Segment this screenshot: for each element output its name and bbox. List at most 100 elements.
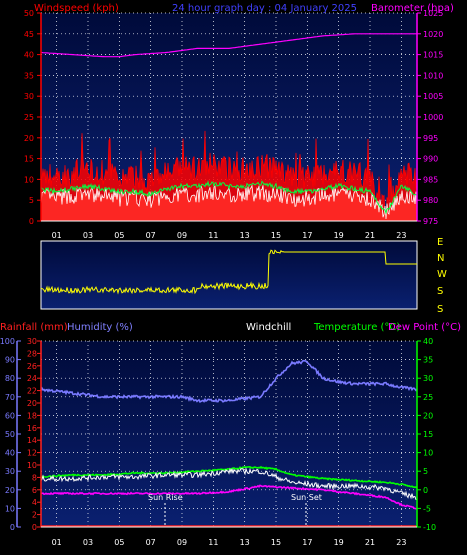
rainfall-tick-label: 18 xyxy=(27,411,37,420)
temperature-tick-label: 0 xyxy=(423,486,428,495)
time-tick-label: 01 xyxy=(52,231,62,240)
time-tick-label: 03 xyxy=(83,231,93,240)
windspeed-tick-label: 25 xyxy=(24,113,34,122)
time-tick-label: 15 xyxy=(271,231,281,240)
time-tick-label: 11 xyxy=(208,538,218,547)
time-tick-label: 17 xyxy=(302,538,312,547)
compass-label: N xyxy=(437,253,444,264)
time-tick-label: 21 xyxy=(365,231,375,240)
humidity-tick-label: 60 xyxy=(5,411,15,420)
time-tick-label: 05 xyxy=(114,231,124,240)
time-tick-label: 07 xyxy=(146,538,156,547)
time-tick-label: 19 xyxy=(334,231,344,240)
temperature-tick-label: 35 xyxy=(423,356,433,365)
compass-label: W xyxy=(437,269,447,280)
time-tick-label: 11 xyxy=(208,231,218,240)
windspeed-axis-label: Windspeed (kph) xyxy=(34,3,119,14)
weather-graphs: 0510152025303540455097598098599099510001… xyxy=(0,3,461,547)
time-tick-label: 23 xyxy=(396,538,406,547)
barometer-tick-label: 975 xyxy=(423,217,438,226)
time-tick-label: 09 xyxy=(177,231,187,240)
time-tick-label: 23 xyxy=(396,231,406,240)
barometer-tick-label: 985 xyxy=(423,175,438,184)
dewpoint-axis-label: Dew Point (°C) xyxy=(388,322,461,333)
windspeed-tick-label: 0 xyxy=(29,217,34,226)
rainfall-tick-label: 10 xyxy=(27,461,37,470)
rainfall-tick-label: 6 xyxy=(32,486,37,495)
time-tick-label: 09 xyxy=(177,538,187,547)
barometer-tick-label: 990 xyxy=(423,155,438,164)
compass-labels: ENWSS xyxy=(437,237,447,315)
humidity-tick-label: 70 xyxy=(5,393,15,402)
rainfall-tick-label: 4 xyxy=(32,498,37,507)
humidity-tick-label: 50 xyxy=(5,430,15,439)
windspeed-tick-label: 45 xyxy=(24,30,34,39)
humidity-tick-label: 0 xyxy=(10,523,15,532)
time-tick-label: 03 xyxy=(83,538,93,547)
windspeed-tick-label: 30 xyxy=(24,92,34,101)
time-tick-label: 13 xyxy=(240,538,250,547)
temperature-tick-label: 40 xyxy=(423,337,433,346)
temperature-tick-label: -10 xyxy=(423,523,436,532)
time-tick-label: 19 xyxy=(334,538,344,547)
rainfall-tick-label: 28 xyxy=(27,349,37,358)
barometer-tick-label: 1015 xyxy=(423,51,443,60)
temperature-tick-label: -5 xyxy=(423,504,431,513)
barometer-tick-label: 980 xyxy=(423,196,438,205)
humidity-tick-label: 40 xyxy=(5,449,15,458)
windspeed-tick-label: 5 xyxy=(29,196,34,205)
windchill-label: Windchill xyxy=(246,322,291,333)
barometer-tick-label: 1000 xyxy=(423,113,443,122)
rainfall-tick-label: 24 xyxy=(27,374,37,383)
rainfall-tick-label: 2 xyxy=(32,511,37,520)
time-tick-label: 05 xyxy=(114,538,124,547)
humidity-tick-label: 30 xyxy=(5,467,15,476)
temperature-tick-label: 20 xyxy=(423,411,433,420)
rainfall-tick-label: 16 xyxy=(27,424,37,433)
rainfall-tick-label: 12 xyxy=(27,449,37,458)
humidity-tick-label: 80 xyxy=(5,374,15,383)
time-tick-label: 21 xyxy=(365,538,375,547)
rainfall-axis-label: Rainfall (mm) xyxy=(0,322,68,333)
chart-title: 24 hour graph day : 04 January 2025 xyxy=(172,3,357,14)
windspeed-tick-label: 20 xyxy=(24,134,34,143)
barometer-axis-label: Barometer (hpa) xyxy=(371,3,454,14)
compass-label: S xyxy=(437,286,443,297)
time-tick-label: 13 xyxy=(240,231,250,240)
barometer-tick-label: 1020 xyxy=(423,30,443,39)
rainfall-tick-label: 14 xyxy=(27,436,37,445)
compass-label: E xyxy=(437,237,443,248)
temperature-tick-label: 25 xyxy=(423,393,433,402)
sun-set-label: Sun Set xyxy=(291,493,322,502)
windspeed-tick-label: 35 xyxy=(24,71,34,80)
windspeed-tick-label: 50 xyxy=(24,9,34,18)
windspeed-tick-label: 10 xyxy=(24,175,34,184)
temperature-tick-label: 15 xyxy=(423,430,433,439)
rainfall-tick-label: 22 xyxy=(27,387,37,396)
barometer-tick-label: 1010 xyxy=(423,71,443,80)
humidity-tick-label: 90 xyxy=(5,356,15,365)
windspeed-tick-label: 15 xyxy=(24,155,34,164)
compass-label: S xyxy=(437,304,443,315)
rainfall-tick-label: 20 xyxy=(27,399,37,408)
windspeed-tick-label: 40 xyxy=(24,51,34,60)
barometer-tick-label: 995 xyxy=(423,134,438,143)
temperature-tick-label: 30 xyxy=(423,374,433,383)
rainfall-tick-label: 30 xyxy=(27,337,37,346)
time-tick-label: 07 xyxy=(146,231,156,240)
humidity-tick-label: 10 xyxy=(5,504,15,513)
time-tick-label: 17 xyxy=(302,231,312,240)
humidity-tick-label: 100 xyxy=(0,337,15,346)
sun-rise-label: Sun Rise xyxy=(148,493,183,502)
temperature-tick-label: 10 xyxy=(423,449,433,458)
temperature-tick-label: 5 xyxy=(423,467,428,476)
barometer-tick-label: 1005 xyxy=(423,92,443,101)
time-tick-label: 01 xyxy=(52,538,62,547)
wind-direction-plot-area xyxy=(40,240,418,310)
humidity-axis-label: Humidity (%) xyxy=(67,322,133,333)
rainfall-tick-label: 8 xyxy=(32,473,37,482)
rainfall-tick-label: 26 xyxy=(27,362,37,371)
time-tick-label: 15 xyxy=(271,538,281,547)
rainfall-tick-label: 0 xyxy=(32,523,37,532)
humidity-tick-label: 20 xyxy=(5,486,15,495)
